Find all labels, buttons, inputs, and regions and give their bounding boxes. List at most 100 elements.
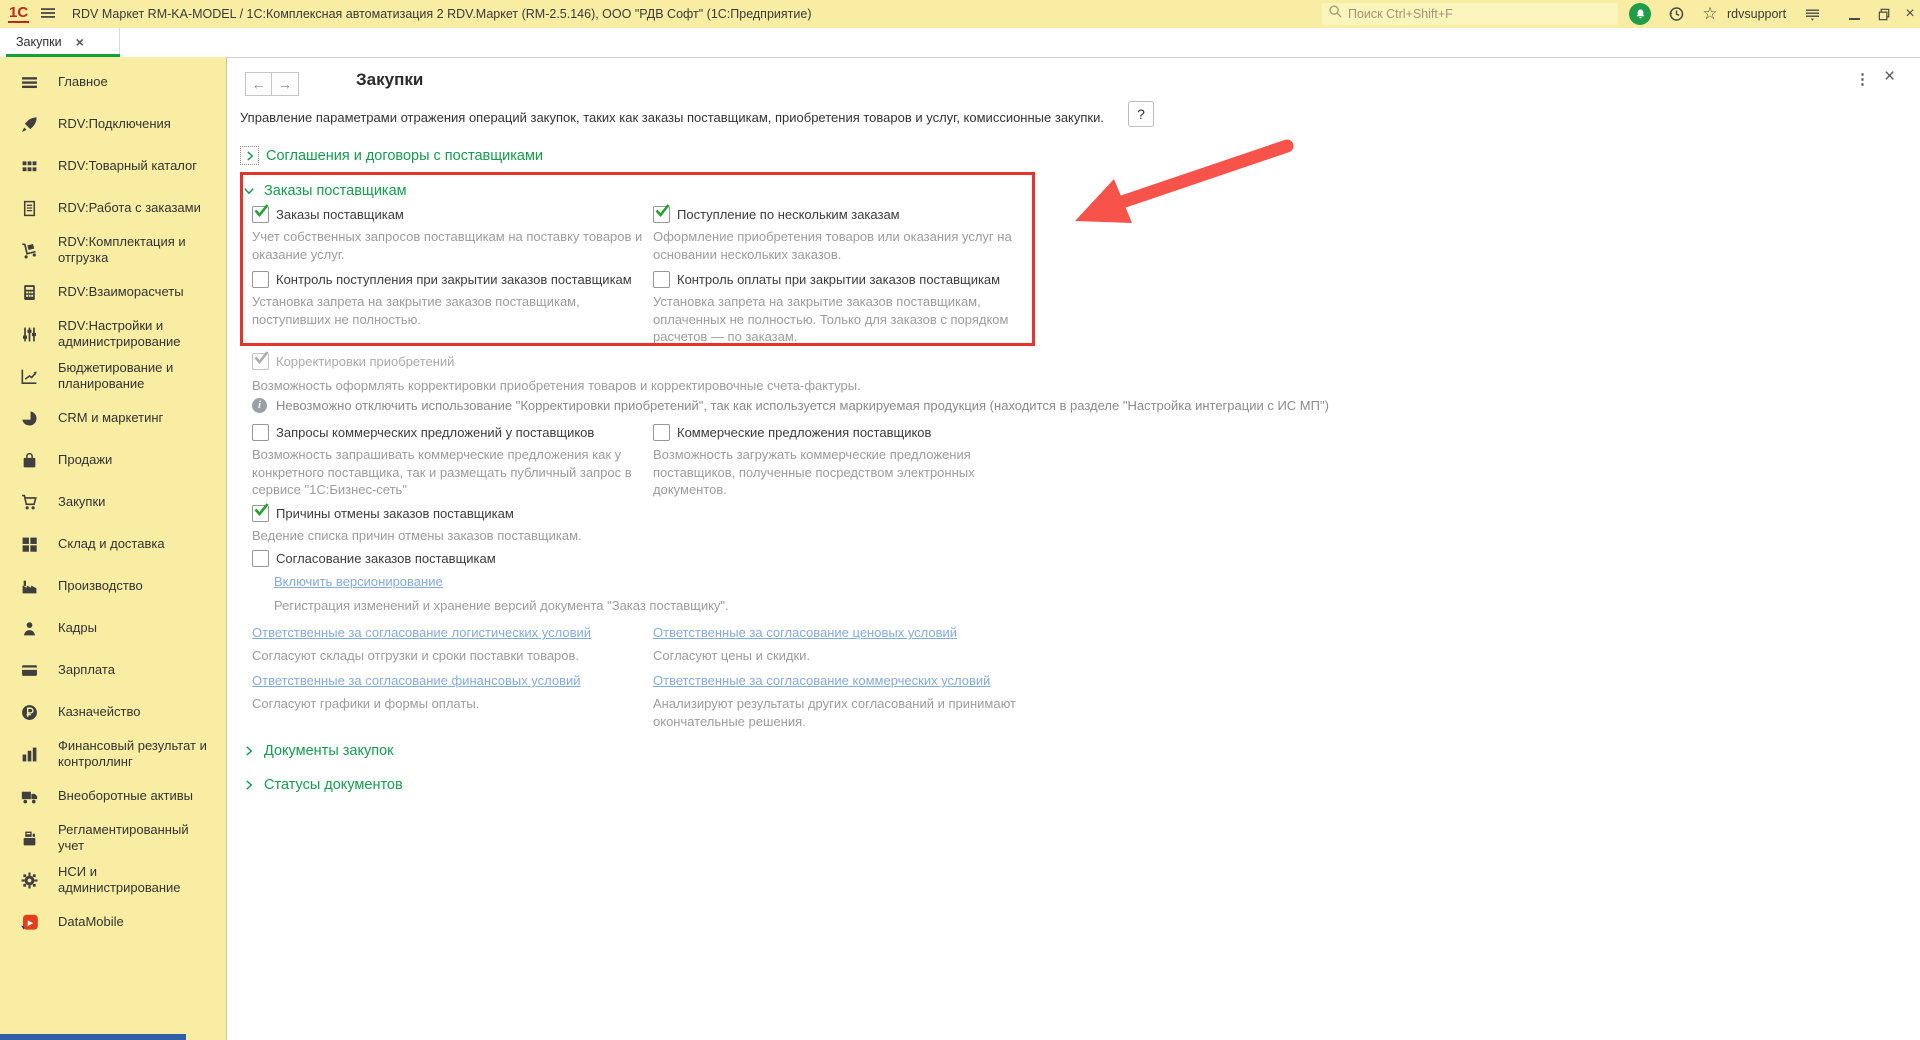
favorites-star-icon[interactable]: ☆ [1698, 3, 1722, 25]
help-button[interactable]: ? [1128, 101, 1154, 127]
desc-supplier-quotes: Возможность загружать коммерческие предл… [653, 447, 975, 497]
checkbox-supplier-orders[interactable]: Заказы поставщикам [252, 204, 404, 223]
checkbox-unchecked-icon [653, 424, 670, 441]
checkbox-unchecked-icon [252, 424, 269, 441]
checkbox-unchecked-icon [252, 271, 269, 288]
desc-commercial-approvers: Анализируют результаты других согласован… [653, 696, 1017, 729]
link-price-approvers[interactable]: Ответственные за согласование ценовых ус… [653, 625, 957, 640]
order-document-icon [0, 200, 58, 217]
close-window-icon[interactable]: × [1898, 3, 1920, 25]
annotation-arrow [1075, 139, 1294, 223]
desc-finance-approvers: Согласуют графики и формы оплаты. [252, 696, 480, 711]
bag-icon [0, 452, 58, 469]
checkbox-unchecked-icon [653, 271, 670, 288]
section-purchase-documents[interactable]: Документы закупок [240, 742, 394, 759]
checkbox-purchase-corrections: Корректировки приобретений [252, 351, 454, 370]
tab-bar: Закупки × [0, 28, 1920, 58]
checkbox-multi-order-receipt[interactable]: Поступление по нескольким заказам [653, 204, 900, 223]
checkbox-rfq[interactable]: Запросы коммерческих предложений у поста… [252, 424, 594, 441]
gear-icon [0, 872, 58, 889]
minimize-icon[interactable] [1842, 3, 1866, 25]
chevron-down-icon [240, 182, 257, 199]
page-title: Закупки [356, 70, 424, 89]
desc-price-approvers: Согласуют цены и скидки. [653, 648, 811, 663]
checkbox-checked-icon [252, 503, 269, 522]
service-menu-icon[interactable] [1800, 3, 1824, 25]
forward-button[interactable]: → [272, 72, 299, 96]
checkbox-checked-disabled-icon [252, 351, 269, 370]
info-icon: i [252, 398, 267, 413]
sidebar-item-crm[interactable]: CRM и маркетинг [0, 397, 226, 439]
history-nav: ← → [245, 72, 299, 96]
desc-cancel-reasons: Ведение списка причин отмены заказов пос… [252, 528, 582, 543]
sidebar-item-nsi[interactable]: НСИ и администрирование [0, 859, 226, 901]
person-icon [0, 620, 58, 637]
sidebar-item-rdv-shipping[interactable]: RDV:Комплектация и отгрузка [0, 229, 226, 271]
current-user[interactable]: rdvsupport [1727, 7, 1786, 21]
sidebar-item-sales[interactable]: Продажи [0, 439, 226, 481]
link-finance-approvers[interactable]: Ответственные за согласование финансовых… [252, 673, 581, 688]
cart-icon [0, 494, 58, 511]
sidebar-item-salary[interactable]: Зарплата [0, 649, 226, 691]
corrections-info-message: i Невозможно отключить использование "Ко… [252, 398, 1329, 413]
section-agreements[interactable]: Соглашения и договоры с поставщиками [240, 146, 543, 165]
sidebar-item-rdv-admin[interactable]: RDV:Настройки и администрирование [0, 313, 226, 355]
link-commercial-approvers[interactable]: Ответственные за согласование коммерческ… [653, 673, 990, 688]
ruble-icon [0, 704, 58, 721]
sliders-icon [0, 326, 58, 343]
warehouse-icon [0, 536, 58, 553]
link-logistics-approvers[interactable]: Ответственные за согласование логистичес… [252, 625, 591, 640]
checkbox-payment-control[interactable]: Контроль оплаты при закрытии заказов пос… [653, 271, 1000, 288]
enable-versioning-link[interactable]: Включить версионирование [274, 574, 443, 589]
back-button[interactable]: ← [245, 72, 272, 96]
sidebar-item-main[interactable]: Главное [0, 61, 226, 103]
sidebar-item-production[interactable]: Производство [0, 565, 226, 607]
sidebar-item-treasury[interactable]: Казначейство [0, 691, 226, 733]
sidebar-item-rdv-catalog[interactable]: RDV:Товарный каталог [0, 145, 226, 187]
notifications-bell-icon[interactable] [1628, 3, 1652, 25]
checkbox-unchecked-icon [252, 550, 269, 567]
main-menu-icon[interactable] [40, 5, 56, 26]
sidebar-item-regulated[interactable]: Регламентированный учет [0, 817, 226, 859]
section-document-statuses[interactable]: Статусы документов [240, 776, 403, 793]
tab-purchases[interactable]: Закупки × [6, 28, 120, 56]
desc-multi-order-receipt: Оформление приобретения товаров или оказ… [653, 229, 1012, 262]
tab-close-icon[interactable]: × [76, 35, 84, 49]
search-placeholder: Поиск Ctrl+Shift+F [1348, 7, 1453, 21]
sidebar-item-budgeting[interactable]: Бюджетирование и планирование [0, 355, 226, 397]
checkbox-receipt-control[interactable]: Контроль поступления при закрытии заказо… [252, 271, 632, 288]
chevron-right-icon [240, 776, 257, 793]
sections-panel: Главное RDV:Подключения RDV:Товарный кат… [0, 57, 227, 1040]
datamobile-logo [0, 913, 58, 932]
close-form-icon[interactable]: × [1884, 66, 1895, 88]
checkbox-supplier-quotes[interactable]: Коммерческие предложения поставщиков [653, 424, 931, 441]
sidebar-item-warehouse[interactable]: Склад и доставка [0, 523, 226, 565]
truck-icon [0, 788, 58, 805]
sidebar-item-finresult[interactable]: Финансовый результат и контроллинг [0, 733, 226, 775]
application-window: 1С RDV Маркет RM-KA-MODEL / 1С:Комплексн… [0, 0, 1920, 1040]
back-arrow-icon: ← [251, 76, 266, 92]
desc-supplier-orders: Учет собственных запросов поставщикам на… [252, 229, 643, 262]
checkbox-cancel-reasons[interactable]: Причины отмены заказов поставщикам [252, 503, 514, 522]
desc-versioning: Регистрация изменений и хранение версий … [274, 598, 729, 613]
checkbox-order-approval[interactable]: Согласование заказов поставщикам [252, 550, 496, 567]
sidebar-item-datamobile[interactable]: DataMobile [0, 901, 226, 943]
restore-window-icon[interactable] [1872, 3, 1896, 25]
search-input[interactable]: Поиск Ctrl+Shift+F [1322, 3, 1618, 25]
taskbar-strip [0, 1034, 186, 1040]
title-bar: 1С RDV Маркет RM-KA-MODEL / 1С:Комплексн… [0, 0, 1920, 29]
section-supplier-orders[interactable]: Заказы поставщикам [240, 182, 407, 199]
planning-chart-icon [0, 368, 58, 385]
calculator-icon [0, 284, 58, 301]
search-icon [1328, 4, 1343, 24]
sidebar-item-hr[interactable]: Кадры [0, 607, 226, 649]
desc-purchase-corrections: Возможность оформлять корректировки прио… [252, 378, 861, 393]
history-icon[interactable] [1664, 3, 1688, 25]
sidebar-item-rdv-settlements[interactable]: RDV:Взаиморасчеты [0, 271, 226, 313]
checkbox-checked-icon [252, 204, 269, 223]
sidebar-item-purchases[interactable]: Закупки [0, 481, 226, 523]
more-actions-icon[interactable]: ⋮ [1855, 70, 1871, 88]
sidebar-item-rdv-orders[interactable]: RDV:Работа с заказами [0, 187, 226, 229]
sidebar-item-rdv-connections[interactable]: RDV:Подключения [0, 103, 226, 145]
sidebar-item-assets[interactable]: Внеоборотные активы [0, 775, 226, 817]
